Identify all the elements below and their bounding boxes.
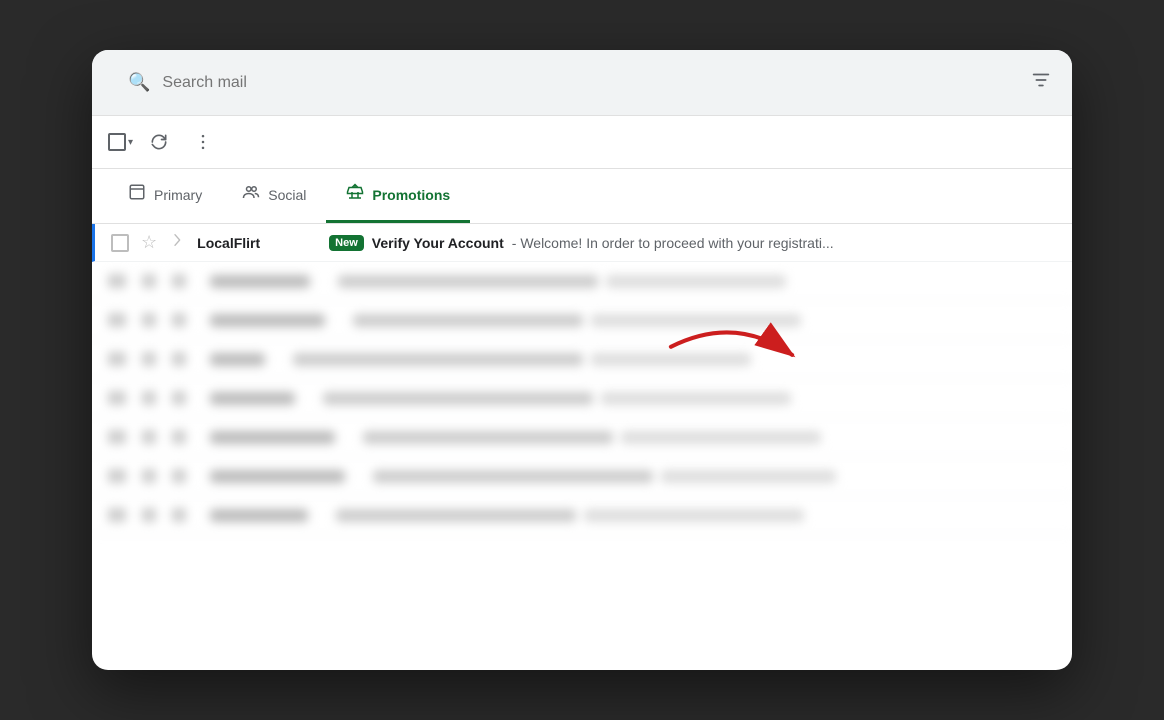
tab-social-label: Social bbox=[268, 187, 306, 203]
select-all-dropdown[interactable]: ▾ bbox=[108, 133, 133, 151]
tab-social[interactable]: Social bbox=[222, 169, 326, 223]
search-bar-area: 🔍 bbox=[92, 50, 1072, 116]
search-bar[interactable]: 🔍 bbox=[112, 64, 1030, 101]
list-item bbox=[92, 379, 1072, 418]
tab-promotions-label: Promotions bbox=[372, 187, 450, 203]
main-content: Primary Social bbox=[92, 169, 1072, 670]
chevron-down-icon[interactable]: ▾ bbox=[128, 137, 133, 148]
forward-icon[interactable] bbox=[169, 232, 185, 253]
row-checkbox[interactable] bbox=[111, 234, 129, 252]
tabs-bar: Primary Social bbox=[92, 169, 1072, 224]
tab-promotions[interactable]: Promotions bbox=[326, 169, 470, 223]
table-row[interactable]: ☆ LocalFlirt New Verify Your Account - W… bbox=[92, 224, 1072, 262]
list-item bbox=[92, 496, 1072, 535]
sender-name: LocalFlirt bbox=[197, 235, 317, 251]
filter-icon[interactable] bbox=[1030, 69, 1052, 96]
primary-tab-icon bbox=[128, 183, 146, 206]
more-options-button[interactable] bbox=[185, 124, 221, 160]
list-item bbox=[92, 262, 1072, 301]
refresh-button[interactable] bbox=[141, 124, 177, 160]
email-subject: Verify Your Account bbox=[372, 235, 504, 251]
star-icon[interactable]: ☆ bbox=[141, 232, 157, 253]
tab-primary[interactable]: Primary bbox=[108, 169, 222, 223]
list-item bbox=[92, 418, 1072, 457]
email-content: New Verify Your Account - Welcome! In or… bbox=[329, 235, 1056, 251]
list-item bbox=[92, 340, 1072, 379]
search-icon: 🔍 bbox=[128, 72, 150, 93]
email-preview: - Welcome! In order to proceed with your… bbox=[512, 235, 834, 251]
select-all-checkbox[interactable] bbox=[108, 133, 126, 151]
list-item bbox=[92, 457, 1072, 496]
tab-primary-label: Primary bbox=[154, 187, 202, 203]
search-input[interactable] bbox=[162, 74, 1014, 92]
email-list: ☆ LocalFlirt New Verify Your Account - W… bbox=[92, 224, 1072, 670]
promotions-tab-icon bbox=[346, 183, 364, 206]
toolbar: ▾ bbox=[92, 116, 1072, 169]
social-tab-icon bbox=[242, 183, 260, 206]
new-badge: New bbox=[329, 235, 364, 251]
list-item bbox=[92, 301, 1072, 340]
